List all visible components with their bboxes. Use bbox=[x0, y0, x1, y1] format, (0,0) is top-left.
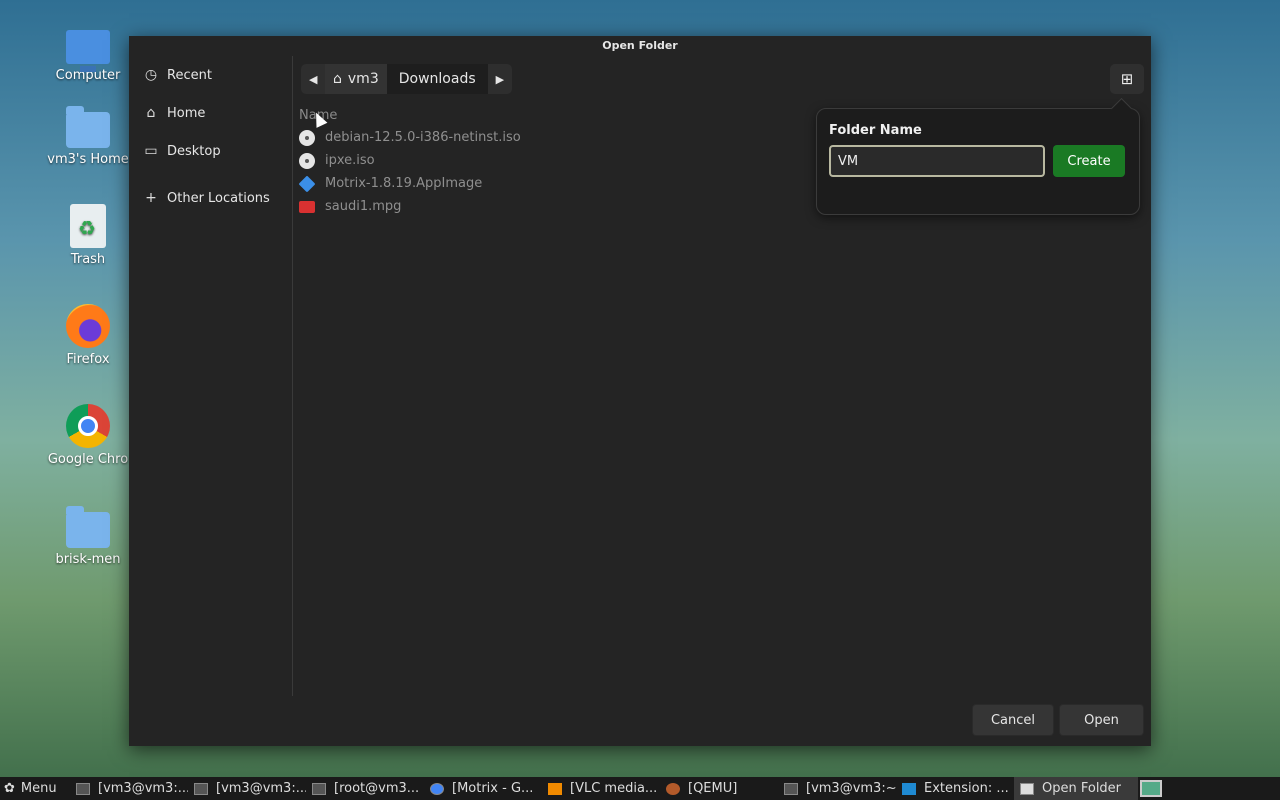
sidebar-item-desktop[interactable]: ▭ Desktop bbox=[129, 132, 292, 170]
desktop-icon-label: Trash bbox=[70, 252, 106, 267]
sidebar-item-label: Desktop bbox=[167, 143, 221, 159]
computer-icon bbox=[66, 30, 110, 72]
video-icon bbox=[299, 200, 315, 213]
file-name: debian-12.5.0-i386-netinst.iso bbox=[325, 130, 521, 145]
firefox-icon bbox=[66, 304, 110, 348]
desktop-icon-chrome[interactable]: Google Chro bbox=[40, 404, 136, 467]
new-folder-button[interactable]: ⊞ bbox=[1110, 64, 1144, 94]
dialog-title: Open Folder bbox=[602, 39, 678, 52]
folder-name-input[interactable] bbox=[829, 145, 1045, 177]
home-folder-icon bbox=[66, 106, 110, 148]
desktop-icon-label: Firefox bbox=[66, 352, 110, 367]
terminal-icon bbox=[76, 782, 90, 795]
taskbar-item-label: [QEMU] bbox=[688, 781, 738, 796]
taskbar-item[interactable]: [vm3@vm3:... bbox=[188, 777, 306, 800]
file-name: saudi1.mpg bbox=[325, 199, 402, 214]
path-home-label: vm3 bbox=[347, 71, 379, 87]
path-back-button[interactable]: ◀ bbox=[301, 64, 325, 94]
file-list: Name debian-12.5.0-i386-netinst.iso ipxe… bbox=[298, 106, 521, 218]
disc-icon bbox=[299, 152, 315, 169]
taskbar-item[interactable]: Extension: ... bbox=[896, 777, 1014, 800]
cancel-button[interactable]: Cancel bbox=[972, 704, 1054, 736]
file-row[interactable]: ipxe.iso bbox=[299, 149, 521, 172]
taskbar-item-label: [vm3@vm3:... bbox=[98, 781, 188, 796]
desktop-icon-trash[interactable]: Trash bbox=[40, 204, 136, 267]
taskbar: ✿ Menu [vm3@vm3:... [vm3@vm3:... [root@v… bbox=[0, 777, 1280, 800]
sidebar-item-other-locations[interactable]: + Other Locations bbox=[129, 179, 292, 217]
popover-title: Folder Name bbox=[829, 123, 922, 138]
path-home-button[interactable]: ⌂ vm3 bbox=[325, 64, 387, 94]
open-button[interactable]: Open bbox=[1059, 704, 1144, 736]
desktop-icon-computer[interactable]: Computer bbox=[40, 26, 136, 83]
taskbar-item[interactable]: [root@vm3... bbox=[306, 777, 424, 800]
window-icon bbox=[1020, 782, 1034, 795]
path-forward-button[interactable]: ▶ bbox=[488, 64, 512, 94]
path-current-button[interactable]: Downloads bbox=[386, 64, 488, 94]
appimage-icon bbox=[298, 175, 316, 192]
disc-icon bbox=[299, 129, 315, 146]
desktop-icon-firefox[interactable]: Firefox bbox=[40, 304, 136, 367]
sidebar-item-label: Other Locations bbox=[167, 190, 270, 206]
desktop-icon-label: Google Chro bbox=[47, 452, 129, 467]
menu-label: Menu bbox=[20, 781, 57, 796]
taskbar-item-label: Extension: ... bbox=[924, 781, 1009, 796]
menu-button[interactable]: ✿ Menu bbox=[0, 777, 70, 800]
home-icon: ⌂ bbox=[333, 71, 342, 87]
terminal-icon bbox=[784, 782, 798, 795]
desktop-icon-brisk[interactable]: brisk-men bbox=[40, 504, 136, 567]
file-row[interactable]: debian-12.5.0-i386-netinst.iso bbox=[299, 126, 521, 149]
sidebar-separator bbox=[129, 170, 292, 179]
taskbar-item-label: [Motrix - G... bbox=[452, 781, 534, 796]
plus-icon: + bbox=[145, 190, 157, 206]
taskbar-item[interactable]: [vm3@vm3:... bbox=[70, 777, 188, 800]
taskbar-item[interactable]: [Motrix - G... bbox=[424, 777, 542, 800]
sidebar-item-label: Recent bbox=[167, 67, 212, 83]
path-bar: ◀ ⌂ vm3 Downloads ▶ bbox=[301, 64, 512, 94]
terminal-icon bbox=[312, 782, 326, 795]
file-row[interactable]: Motrix-1.8.19.AppImage bbox=[298, 172, 521, 195]
desktop-icon-label: brisk-men bbox=[55, 552, 121, 567]
vlc-icon bbox=[548, 782, 562, 795]
taskbar-item-label: [root@vm3... bbox=[334, 781, 420, 796]
path-current-label: Downloads bbox=[398, 71, 476, 87]
chrome-icon bbox=[66, 404, 110, 448]
new-folder-popover: Folder Name Create bbox=[816, 108, 1140, 215]
clock-icon: ◷ bbox=[144, 67, 158, 83]
desktop-icon-home[interactable]: vm3's Home bbox=[40, 104, 136, 167]
sidebar-item-recent[interactable]: ◷ Recent bbox=[129, 56, 292, 94]
open-folder-dialog: Open Folder ◷ Recent ⌂ Home ▭ Desktop + … bbox=[129, 36, 1151, 746]
folder-icon: ▭ bbox=[144, 143, 158, 159]
taskbar-item[interactable]: [QEMU] bbox=[660, 777, 778, 800]
taskbar-item-label: [vm3@vm3:~] bbox=[806, 781, 896, 796]
new-folder-icon: ⊞ bbox=[1120, 70, 1134, 88]
show-desktop-icon[interactable] bbox=[1140, 780, 1162, 797]
qemu-icon bbox=[666, 782, 680, 795]
home-icon: ⌂ bbox=[146, 105, 156, 121]
file-row[interactable]: saudi1.mpg bbox=[299, 195, 521, 218]
taskbar-item[interactable]: [vm3@vm3:~] bbox=[778, 777, 896, 800]
taskbar-item[interactable]: [VLC media... bbox=[542, 777, 660, 800]
chrome-icon bbox=[430, 782, 444, 795]
places-sidebar: ◷ Recent ⌂ Home ▭ Desktop + Other Locati… bbox=[129, 56, 293, 696]
file-name: ipxe.iso bbox=[325, 153, 375, 168]
taskbar-item-label: [vm3@vm3:... bbox=[216, 781, 306, 796]
trash-icon bbox=[70, 204, 106, 248]
taskbar-item-label: Open Folder bbox=[1042, 781, 1122, 796]
taskbar-item-active[interactable]: Open Folder bbox=[1014, 777, 1138, 800]
sidebar-item-home[interactable]: ⌂ Home bbox=[129, 94, 292, 132]
column-header-name[interactable]: Name bbox=[299, 106, 521, 126]
sidebar-item-label: Home bbox=[167, 105, 206, 121]
file-name: Motrix-1.8.19.AppImage bbox=[325, 176, 483, 191]
desktop-icon-label: vm3's Home bbox=[47, 152, 129, 167]
terminal-icon bbox=[194, 782, 208, 795]
folder-icon bbox=[66, 506, 110, 548]
vscode-icon bbox=[902, 782, 916, 795]
menu-icon: ✿ bbox=[4, 781, 15, 796]
taskbar-item-label: [VLC media... bbox=[570, 781, 658, 796]
create-button[interactable]: Create bbox=[1053, 145, 1125, 177]
